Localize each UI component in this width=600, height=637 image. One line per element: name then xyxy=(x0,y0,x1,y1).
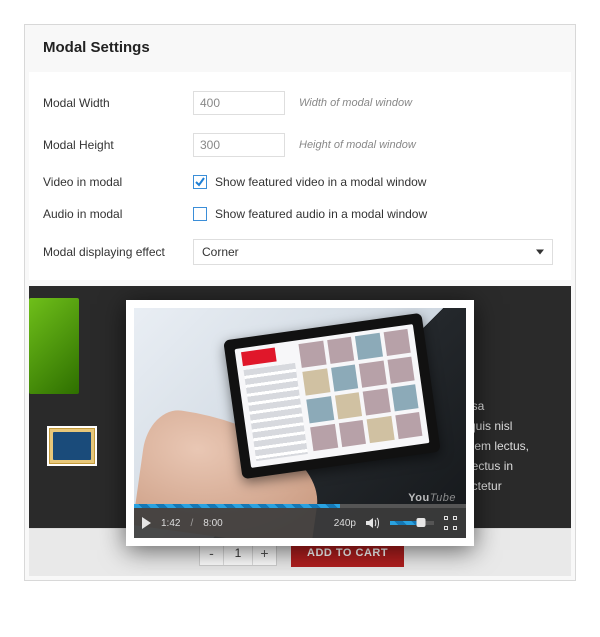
spin-logo xyxy=(241,348,277,367)
time-elapsed: 1:42 xyxy=(161,518,180,529)
time-total: 8:00 xyxy=(203,518,222,529)
progress-bar[interactable] xyxy=(134,504,466,508)
row-modal-width: Modal Width Width of modal window xyxy=(43,82,557,124)
label-audio-in-modal: Audio in modal xyxy=(43,207,193,221)
time-sep: / xyxy=(190,518,193,529)
effect-selected: Corner xyxy=(202,245,239,259)
bg-line: assa xyxy=(459,396,559,416)
hint-modal-width: Width of modal window xyxy=(299,97,412,109)
label-modal-width: Modal Width xyxy=(43,96,193,110)
video-controls: 1:42 / 8:00 240p xyxy=(134,508,466,538)
label-video-in-modal: Video in modal xyxy=(43,175,193,189)
modal-width-input[interactable] xyxy=(193,91,285,115)
row-video-in-modal: Video in modal Show featured video in a … xyxy=(43,166,557,198)
audio-desc: Show featured audio in a modal window xyxy=(215,207,427,221)
effect-select[interactable]: Corner xyxy=(193,239,553,265)
fullscreen-icon[interactable] xyxy=(444,516,458,530)
settings-form: Modal Width Width of modal window Modal … xyxy=(29,72,571,280)
youtube-logo: YouTube xyxy=(408,492,456,504)
row-modal-height: Modal Height Height of modal window xyxy=(43,124,557,166)
video-desc: Show featured video in a modal window xyxy=(215,175,426,189)
video-modal: YouTube 1:42 / 8:00 240p xyxy=(126,300,474,546)
bg-line: n quis nisl xyxy=(459,416,559,436)
play-icon xyxy=(68,440,78,452)
modal-height-input[interactable] xyxy=(193,133,285,157)
bg-thumbnail[interactable] xyxy=(47,426,97,466)
row-audio-in-modal: Audio in modal Show featured audio in a … xyxy=(43,198,557,230)
modal-preview: assa n quis nisl s sem lectus, d lectus … xyxy=(29,286,571,576)
label-effect: Modal displaying effect xyxy=(43,245,193,259)
panel-title: Modal Settings xyxy=(25,25,575,68)
volume-slider[interactable] xyxy=(390,521,434,525)
hint-modal-height: Height of modal window xyxy=(299,139,416,151)
video-checkbox[interactable] xyxy=(193,175,207,189)
bg-line: d lectus in xyxy=(459,456,559,476)
row-displaying-effect: Modal displaying effect Corner xyxy=(43,230,557,274)
check-icon xyxy=(195,177,205,187)
modal-settings-panel: Modal Settings Modal Width Width of moda… xyxy=(24,24,576,581)
bg-line: s sem lectus, xyxy=(459,436,559,456)
quality-label[interactable]: 240p xyxy=(334,518,356,529)
bg-line: sectetur xyxy=(459,476,559,496)
bg-description: assa n quis nisl s sem lectus, d lectus … xyxy=(459,396,559,516)
video-player[interactable]: YouTube 1:42 / 8:00 240p xyxy=(134,308,466,538)
bg-product-preview xyxy=(29,298,79,394)
audio-checkbox[interactable] xyxy=(193,207,207,221)
label-modal-height: Modal Height xyxy=(43,138,193,152)
video-frame: YouTube 1:42 / 8:00 240p xyxy=(126,300,474,546)
play-button[interactable] xyxy=(142,517,151,529)
chevron-down-icon xyxy=(536,250,544,255)
video-scene-tablet xyxy=(223,313,441,479)
volume-icon[interactable] xyxy=(366,517,380,529)
